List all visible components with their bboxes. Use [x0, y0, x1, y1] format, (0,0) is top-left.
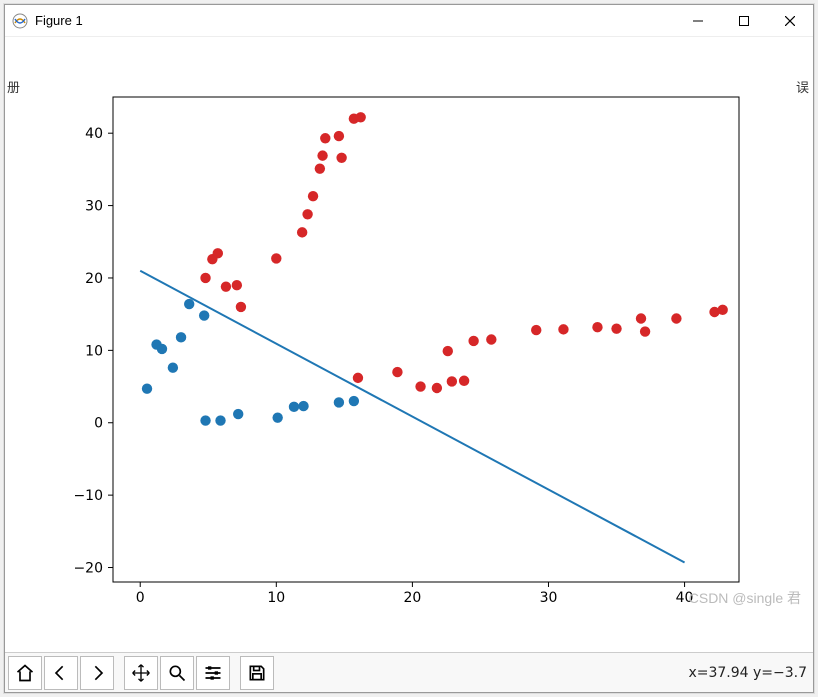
svg-text:40: 40 — [676, 590, 694, 606]
save-button[interactable] — [240, 656, 274, 690]
svg-text:40: 40 — [85, 126, 103, 142]
zoom-button[interactable] — [160, 656, 194, 690]
home-button[interactable] — [8, 656, 42, 690]
svg-text:−20: −20 — [73, 561, 103, 577]
plot-area[interactable]: 册 误 010203040−20−10010203040 CSDN @singl… — [5, 37, 813, 652]
svg-text:20: 20 — [403, 590, 421, 606]
window-title: Figure 1 — [35, 13, 83, 28]
app-icon — [11, 12, 29, 30]
minimize-button[interactable] — [675, 5, 721, 37]
svg-text:−10: −10 — [73, 488, 103, 504]
svg-text:10: 10 — [267, 590, 285, 606]
pan-button[interactable] — [124, 656, 158, 690]
svg-text:20: 20 — [85, 271, 103, 287]
svg-text:30: 30 — [85, 199, 103, 215]
svg-text:10: 10 — [85, 343, 103, 359]
forward-button[interactable] — [80, 656, 114, 690]
figure-window: Figure 1 册 误 010203040−20−10010203040 CS… — [4, 4, 814, 693]
configure-subplots-button[interactable] — [196, 656, 230, 690]
navigation-toolbar: x=37.94 y=−3.7 — [5, 652, 813, 692]
cursor-status: x=37.94 y=−3.7 — [688, 665, 807, 681]
chart-svg: 0 10 20 30 40 −20 −10 0 10 20 30 40 — [5, 37, 818, 652]
maximize-button[interactable] — [721, 5, 767, 37]
svg-text:0: 0 — [136, 590, 145, 606]
titlebar[interactable]: Figure 1 — [5, 5, 813, 37]
close-button[interactable] — [767, 5, 813, 37]
back-button[interactable] — [44, 656, 78, 690]
svg-text:0: 0 — [94, 416, 103, 432]
svg-text:30: 30 — [540, 590, 558, 606]
